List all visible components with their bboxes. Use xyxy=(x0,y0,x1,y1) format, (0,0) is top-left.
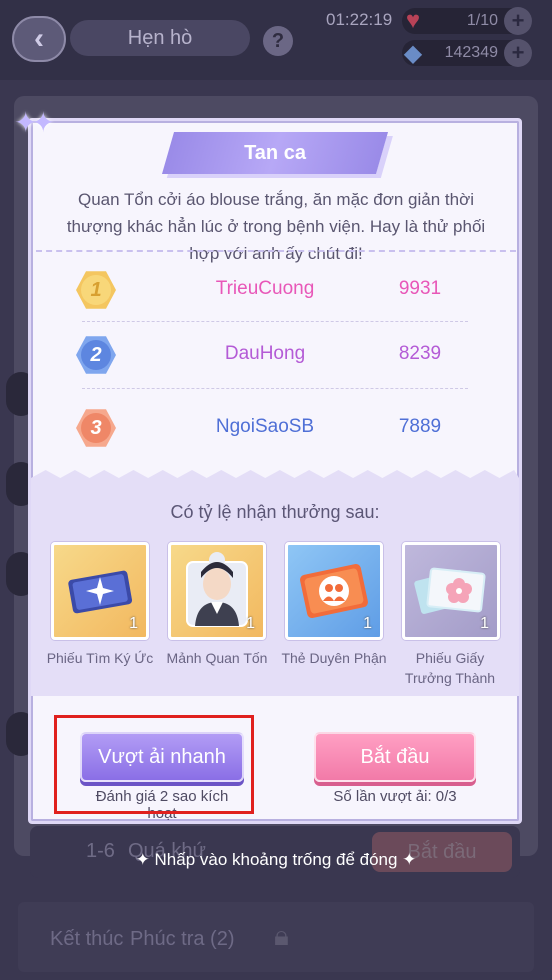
player-score: 7889 xyxy=(398,416,442,437)
lock-icon: 🔒︎ xyxy=(274,920,289,951)
divider xyxy=(82,321,468,322)
leaderboard-row: 3 NgoiSaoSB 7889 xyxy=(60,404,490,454)
heart-icon: ♥ xyxy=(405,7,421,34)
reward-qty: 1 xyxy=(480,615,489,632)
diamonds-counter: ◆ 142349 + xyxy=(402,39,532,67)
diamond-icon: ◆ xyxy=(403,39,423,67)
help-icon[interactable]: ? xyxy=(263,26,293,56)
reward-item[interactable]: 1 xyxy=(285,542,383,640)
player-score: 8239 xyxy=(398,343,442,364)
leaderboard-row: 1 TrieuCuong 9931 xyxy=(60,266,490,316)
rank-1-badge-icon: 1 xyxy=(76,271,116,309)
highlight-annotation xyxy=(54,715,254,814)
diamonds-value: 142349 xyxy=(444,44,498,61)
divider xyxy=(36,250,516,252)
review-label: Phúc tra (2) xyxy=(130,928,235,950)
back-button[interactable]: ‹ xyxy=(12,16,66,62)
reward-label: Phiếu Giấy Trưởng Thành xyxy=(404,650,496,686)
reward-item[interactable]: 1 xyxy=(51,542,149,640)
bottom-bar: Kết thúc Phúc tra (2) 🔒︎ xyxy=(18,902,534,972)
reward-label: Mảnh Quan Tốn xyxy=(166,650,268,666)
player-name: TrieuCuong xyxy=(215,278,315,299)
leaderboard-row: 2 DauHong 8239 xyxy=(60,331,490,381)
player-score: 9931 xyxy=(398,278,442,299)
add-hearts-button[interactable]: + xyxy=(504,7,532,35)
reward-item[interactable]: 1 xyxy=(168,542,266,640)
add-diamonds-button[interactable]: + xyxy=(504,39,532,67)
hearts-value: 1/10 xyxy=(466,12,498,29)
stage-description: Quan Tổn cởi áo blouse trắng, ăn mặc đơn… xyxy=(66,190,486,263)
attempts-counter: Số lần vượt ải: 0/3 xyxy=(333,788,457,805)
timer: 01:22:19 xyxy=(326,10,393,29)
rank-2-badge-icon: 2 xyxy=(76,336,116,374)
player-name: NgoiSaoSB xyxy=(215,416,315,437)
end-label: Kết thúc xyxy=(50,928,124,950)
rewards-title: Có tỷ lệ nhận thưởng sau: xyxy=(170,502,380,522)
start-button[interactable]: Bắt đầu xyxy=(314,732,476,782)
modal-title: Tan ca xyxy=(244,141,306,164)
hearts-counter: ♥ 1/10 + xyxy=(402,7,532,35)
player-name: DauHong xyxy=(224,343,306,364)
divider xyxy=(82,388,468,389)
reward-label: Thẻ Duyên Phận xyxy=(281,650,387,666)
close-hint[interactable]: ✦ Nhấp vào khoảng trống để đóng ✦ xyxy=(0,850,552,870)
stars-decoration-icon: ✦✦ xyxy=(14,107,55,138)
reward-qty: 1 xyxy=(246,615,255,632)
back-arrow-icon: ‹ xyxy=(34,22,44,55)
reward-label: Phiếu Tìm Ký Ức xyxy=(46,650,154,666)
reward-qty: 1 xyxy=(363,615,372,632)
page-title: Hẹn hò xyxy=(70,20,250,56)
reward-item[interactable]: 1 xyxy=(402,542,500,640)
rank-3-badge-icon: 3 xyxy=(76,409,116,447)
reward-qty: 1 xyxy=(129,615,138,632)
